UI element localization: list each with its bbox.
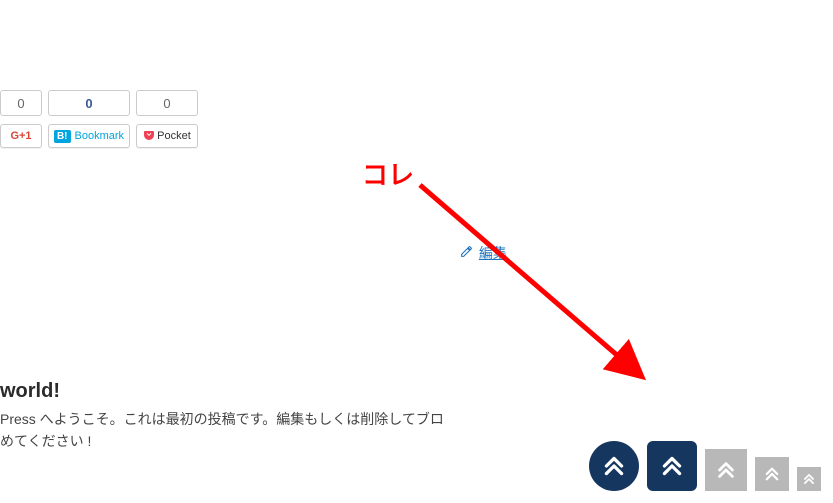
pocket-count: 0	[136, 90, 198, 116]
scroll-top-button-square-navy[interactable]	[647, 441, 697, 491]
pocket-label: Pocket	[157, 130, 191, 142]
hatena-label: Bookmark	[75, 130, 125, 142]
edit-icon	[460, 245, 477, 261]
gplus-icon: G	[10, 130, 19, 142]
chevron-up-double-icon	[763, 465, 781, 483]
scroll-top-button-grey-small[interactable]	[797, 467, 821, 491]
annotation-arrow-icon	[410, 175, 670, 395]
chevron-up-double-icon	[601, 453, 627, 479]
post-body: Press へようこそ。これは最初の投稿です。編集もしくは削除してブロ めてくだ…	[0, 408, 444, 453]
share-counts-row: 0 0 0	[0, 90, 198, 116]
chevron-up-double-icon	[715, 459, 737, 481]
gplus-count: 0	[0, 90, 42, 116]
post-body-line1: Press へようこそ。これは最初の投稿です。編集もしくは削除してブロ	[0, 411, 444, 427]
edit-link[interactable]: 編集	[479, 245, 507, 261]
post-body-line2: めてください !	[0, 433, 91, 449]
post-title: world!	[0, 380, 60, 403]
pocket-button[interactable]: Pocket	[136, 124, 198, 148]
google-plus-button[interactable]: G+1	[0, 124, 42, 148]
gplus-label: +1	[19, 130, 32, 142]
chevron-up-double-icon	[659, 453, 685, 479]
pocket-icon	[143, 129, 155, 144]
annotation-text: コレ	[362, 155, 414, 192]
scroll-top-button-grey-large[interactable]	[705, 449, 747, 491]
edit-link-wrap: 編集	[460, 243, 507, 263]
hatena-icon: B!	[54, 130, 71, 143]
scroll-top-button-grey-medium[interactable]	[755, 457, 789, 491]
hatena-count: 0	[48, 90, 130, 116]
scroll-top-buttons	[589, 441, 821, 491]
chevron-up-double-icon	[802, 472, 816, 486]
hatena-bookmark-button[interactable]: B! Bookmark	[48, 124, 130, 148]
share-buttons-row: G+1 B! Bookmark Pocket	[0, 124, 198, 148]
scroll-top-button-round[interactable]	[589, 441, 639, 491]
